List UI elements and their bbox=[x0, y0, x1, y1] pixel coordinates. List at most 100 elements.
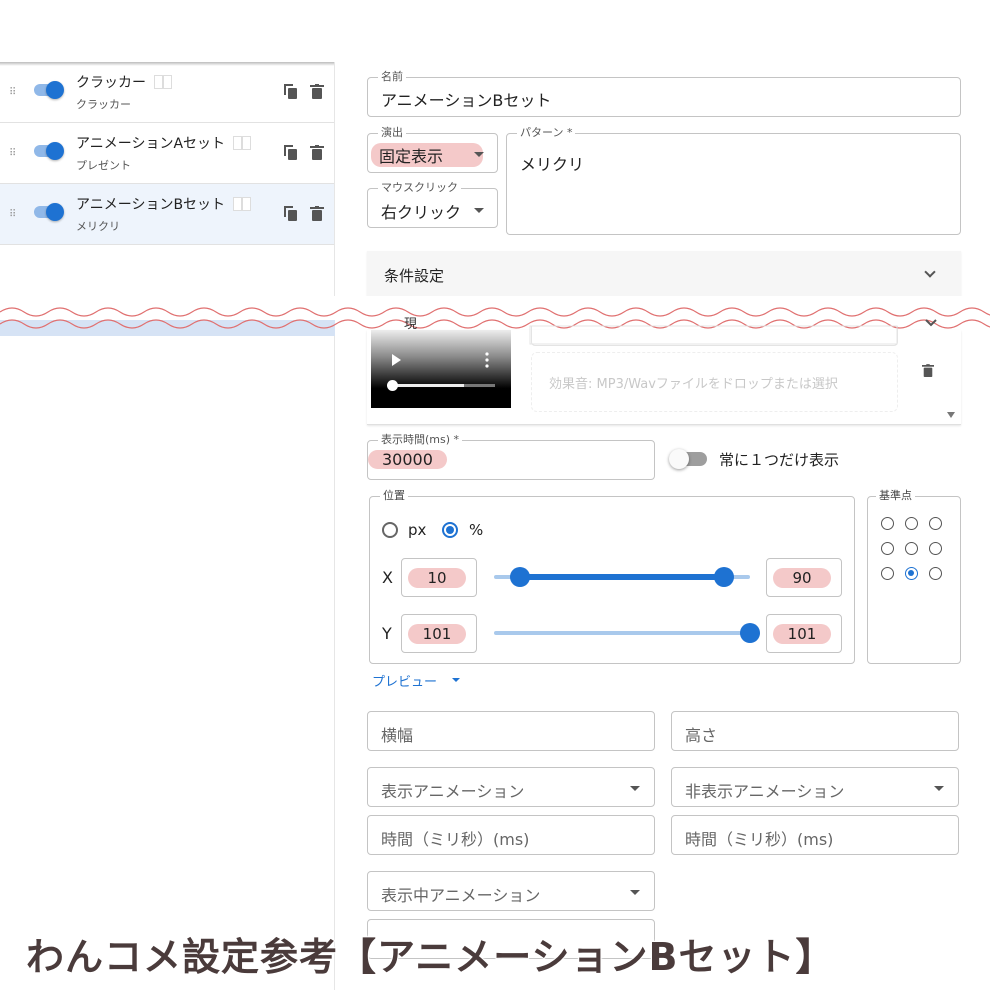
chevron-down-icon[interactable] bbox=[452, 678, 460, 682]
unit-px-radio[interactable] bbox=[382, 522, 398, 538]
drag-handle-icon[interactable]: ⠿ bbox=[9, 209, 16, 220]
copy-icon[interactable] bbox=[284, 206, 298, 222]
delete-icon[interactable] bbox=[310, 145, 324, 161]
image-placeholder-icon bbox=[233, 197, 252, 211]
always-one-toggle[interactable] bbox=[669, 449, 707, 469]
toggle-knob bbox=[46, 81, 64, 99]
x-max-value: 90 bbox=[773, 568, 831, 588]
y-min-input[interactable]: 101 bbox=[401, 614, 477, 653]
anchor-middle-center-radio[interactable] bbox=[905, 542, 918, 555]
always-one-label: 常に１つだけ表示 bbox=[719, 451, 840, 469]
hide-time-placeholder: 時間（ミリ秒）(ms) bbox=[685, 830, 834, 849]
drag-handle-icon[interactable]: ⠿ bbox=[9, 148, 16, 159]
anchor-middle-right-radio[interactable] bbox=[929, 542, 942, 555]
anchor-top-center-radio[interactable] bbox=[905, 517, 918, 530]
chevron-down-icon bbox=[474, 152, 484, 157]
anchor-middle-left-radio[interactable] bbox=[881, 542, 894, 555]
position-legend: 位置 bbox=[380, 489, 408, 503]
y-axis-label: Y bbox=[382, 624, 392, 643]
anchor-top-left-radio[interactable] bbox=[881, 517, 894, 530]
effect-select[interactable]: 演出 固定表示 bbox=[367, 126, 498, 173]
y-max-input[interactable]: 101 bbox=[766, 614, 842, 653]
list-item-title-text: アニメーションBセット bbox=[76, 197, 226, 213]
y-max-value: 101 bbox=[773, 624, 831, 644]
caption-banner: わんコメ設定参考【アニメーションBセット】 bbox=[25, 934, 835, 980]
anchor-bottom-center-radio[interactable] bbox=[905, 567, 918, 580]
display-time-label: 表示時間(ms) * bbox=[378, 433, 463, 447]
effect-label: 演出 bbox=[378, 126, 406, 140]
height-input[interactable]: 高さ bbox=[671, 711, 959, 751]
delete-icon[interactable] bbox=[310, 206, 324, 222]
hide-time-input[interactable]: 時間（ミリ秒）(ms) bbox=[671, 815, 959, 855]
display-time-value: 30000 bbox=[368, 450, 447, 469]
list-item-subtitle: プレゼント bbox=[76, 159, 131, 172]
play-icon[interactable] bbox=[392, 354, 401, 366]
pattern-value: メリクリ bbox=[520, 155, 585, 174]
drag-handle-icon[interactable]: ⠿ bbox=[9, 87, 16, 98]
pattern-field[interactable]: パターン * メリクリ bbox=[506, 126, 961, 235]
anchor-legend: 基準点 bbox=[876, 489, 915, 503]
x-min-input[interactable]: 10 bbox=[401, 558, 477, 597]
y-range-slider[interactable] bbox=[494, 631, 750, 635]
list-item[interactable]: ⠿ アニメーションBセット メリクリ bbox=[0, 184, 334, 245]
chevron-down-icon bbox=[630, 890, 640, 895]
sound-dropzone[interactable]: 効果音: MP3/Wavファイルをドロップまたは選択 bbox=[531, 352, 898, 412]
copy-icon[interactable] bbox=[284, 84, 298, 100]
show-animation-select[interactable]: 表示アニメーション bbox=[367, 767, 655, 807]
list-item-subtitle: クラッカー bbox=[76, 98, 131, 111]
chevron-down-icon bbox=[934, 786, 944, 791]
anchor-bottom-right-radio[interactable] bbox=[929, 567, 942, 580]
width-input[interactable]: 横幅 bbox=[367, 711, 655, 751]
display-time-field[interactable]: 表示時間(ms) * 30000 bbox=[367, 433, 655, 480]
enable-toggle[interactable] bbox=[34, 142, 64, 160]
sound-dropzone-text: 効果音: MP3/Wavファイルをドロップまたは選択 bbox=[549, 377, 838, 392]
mouse-click-select[interactable]: マウスクリック 右クリック bbox=[367, 181, 498, 228]
toggle-knob bbox=[669, 449, 689, 469]
x-range-fill bbox=[519, 574, 725, 580]
preview-toggle[interactable]: プレビュー bbox=[372, 671, 437, 690]
more-vert-icon[interactable] bbox=[485, 352, 489, 368]
name-value: アニメーションBセット bbox=[381, 91, 552, 110]
during-animation-select[interactable]: 表示中アニメーション bbox=[367, 871, 655, 911]
conditions-accordion[interactable]: 条件設定 bbox=[367, 251, 961, 299]
unit-percent-radio[interactable] bbox=[442, 522, 458, 538]
copy-icon[interactable] bbox=[284, 145, 298, 161]
x-max-input[interactable]: 90 bbox=[766, 558, 842, 597]
image-placeholder-icon bbox=[154, 75, 172, 89]
name-field[interactable]: 名前 アニメーションBセット bbox=[367, 70, 961, 117]
svg-text:現: 現 bbox=[404, 316, 417, 331]
enable-toggle[interactable] bbox=[34, 203, 64, 221]
animation-list: ⠿ クラッカー クラッカー ⠿ アニメーションAセット プレゼント ⠿ アニメー… bbox=[0, 62, 335, 990]
video-progress-bar[interactable] bbox=[393, 384, 495, 387]
show-time-input[interactable]: 時間（ミリ秒）(ms) bbox=[367, 815, 655, 855]
x-range-slider[interactable] bbox=[494, 574, 750, 580]
list-item-title-text: アニメーションAセット bbox=[76, 136, 226, 152]
video-progress-thumb[interactable] bbox=[387, 380, 398, 391]
expand-chevron-icon[interactable] bbox=[924, 266, 936, 278]
scroll-down-icon[interactable] bbox=[947, 412, 955, 418]
width-placeholder: 横幅 bbox=[381, 726, 414, 745]
delete-icon[interactable] bbox=[310, 84, 324, 100]
y-thumb[interactable] bbox=[740, 623, 760, 643]
delete-icon[interactable] bbox=[922, 364, 934, 378]
list-item-title: クラッカー bbox=[76, 72, 172, 92]
wavy-cut-divider: 現 bbox=[0, 296, 990, 345]
anchor-group: 基準点 bbox=[867, 489, 961, 664]
list-item[interactable]: ⠿ クラッカー クラッカー bbox=[0, 62, 334, 123]
height-placeholder: 高さ bbox=[685, 726, 718, 745]
list-item-title: アニメーションAセット bbox=[76, 133, 252, 153]
x-max-thumb[interactable] bbox=[714, 567, 735, 587]
show-time-placeholder: 時間（ミリ秒）(ms) bbox=[381, 830, 530, 849]
anchor-bottom-left-radio[interactable] bbox=[881, 567, 894, 580]
show-animation-placeholder: 表示アニメーション bbox=[381, 782, 525, 801]
x-min-thumb[interactable] bbox=[509, 567, 530, 587]
y-min-value: 101 bbox=[408, 624, 466, 644]
unit-px-label: px bbox=[408, 521, 427, 539]
list-item[interactable]: ⠿ アニメーションAセット プレゼント bbox=[0, 123, 334, 184]
hide-animation-select[interactable]: 非表示アニメーション bbox=[671, 767, 959, 807]
enable-toggle[interactable] bbox=[34, 81, 64, 99]
pattern-label: パターン * bbox=[517, 126, 576, 140]
list-item-subtitle: メリクリ bbox=[76, 220, 120, 233]
anchor-top-right-radio[interactable] bbox=[929, 517, 942, 530]
list-item-title: アニメーションBセット bbox=[76, 194, 252, 214]
